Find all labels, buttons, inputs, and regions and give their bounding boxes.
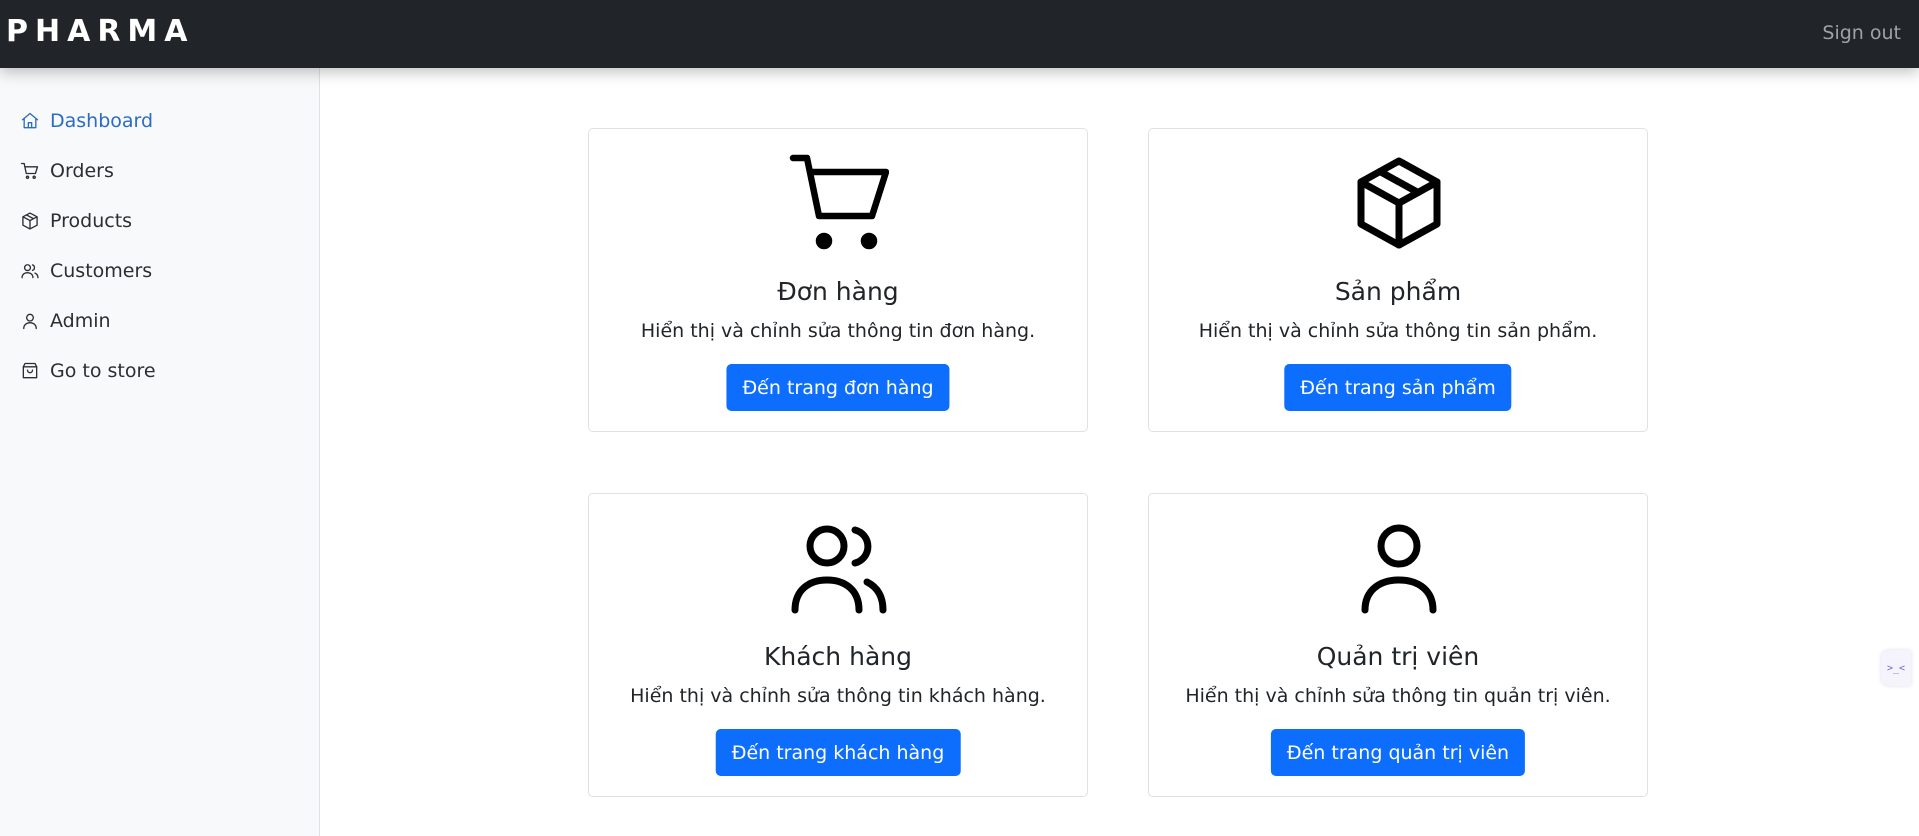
go-to-orders-button[interactable]: Đến trang đơn hàng: [726, 364, 950, 411]
sidebar-item-admin[interactable]: Admin: [20, 304, 111, 338]
sidebar-item-label: Dashboard: [50, 110, 154, 132]
sidebar: Dashboard Orders Products Customers Admi…: [0, 68, 320, 836]
box-icon: [1349, 153, 1449, 253]
products-card: Sản phẩm Hiển thị và chỉnh sửa thông tin…: [1148, 128, 1648, 432]
go-to-products-button[interactable]: Đến trang sản phẩm: [1284, 364, 1512, 411]
sidebar-item-label: Admin: [50, 310, 111, 332]
go-to-admins-button[interactable]: Đến trang quản trị viên: [1270, 729, 1526, 776]
home-icon: [20, 111, 40, 131]
user-icon: [20, 311, 40, 331]
card-text: Hiển thị và chỉnh sửa thông tin quản trị…: [1185, 685, 1611, 707]
users-icon: [20, 261, 40, 281]
card-text: Hiển thị và chỉnh sửa thông tin sản phẩm…: [1198, 320, 1598, 342]
cart-icon: [789, 153, 890, 253]
sidebar-item-customers[interactable]: Customers: [20, 254, 152, 288]
sign-out-link[interactable]: Sign out: [1822, 22, 1901, 44]
card-title: Đơn hàng: [777, 277, 899, 306]
sidebar-item-label: Products: [50, 210, 133, 232]
box-icon: [20, 211, 40, 231]
card-title: Khách hàng: [764, 642, 912, 671]
sidebar-item-label: Orders: [50, 160, 114, 182]
users-icon: [789, 518, 889, 618]
sidebar-item-products[interactable]: Products: [20, 204, 132, 238]
assistant-label: >_<: [1886, 662, 1906, 674]
card-text: Hiển thị và chỉnh sửa thông tin khách hà…: [630, 685, 1046, 707]
brand-logo[interactable]: PHARMA: [6, 14, 194, 49]
admins-card: Quản trị viên Hiển thị và chỉnh sửa thôn…: [1148, 493, 1648, 797]
sidebar-item-dashboard[interactable]: Dashboard: [20, 104, 153, 138]
cart-icon: [20, 161, 40, 181]
top-navbar: PHARMA Sign out: [0, 0, 1919, 68]
card-title: Sản phẩm: [1334, 277, 1462, 306]
sidebar-item-label: Customers: [50, 260, 153, 282]
card-text: Hiển thị và chỉnh sửa thông tin đơn hàng…: [640, 320, 1036, 342]
go-to-customers-button[interactable]: Đến trang khách hàng: [715, 729, 961, 776]
card-title: Quản trị viên: [1316, 642, 1480, 671]
customers-card: Khách hàng Hiển thị và chỉnh sửa thông t…: [588, 493, 1088, 797]
orders-card: Đơn hàng Hiển thị và chỉnh sửa thông tin…: [588, 128, 1088, 432]
shopping-bag-icon: [20, 361, 40, 381]
sidebar-item-label: Go to store: [50, 360, 156, 382]
user-icon: [1349, 518, 1449, 618]
sidebar-item-orders[interactable]: Orders: [20, 154, 114, 188]
sidebar-item-go-to-store[interactable]: Go to store: [20, 354, 156, 388]
assistant-icon[interactable]: >_<: [1881, 650, 1911, 686]
